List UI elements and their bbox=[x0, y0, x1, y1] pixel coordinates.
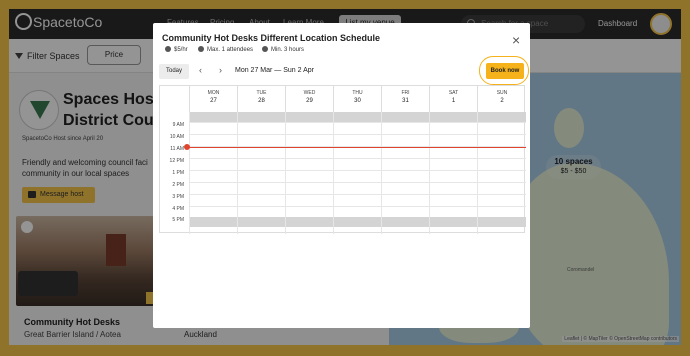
people-icon bbox=[198, 46, 204, 52]
day-header[interactable]: SUN 2 bbox=[477, 86, 526, 112]
hour-line bbox=[189, 194, 526, 195]
min-hours-value: Min. 3 hours bbox=[271, 47, 305, 53]
column-line bbox=[237, 112, 238, 234]
day-name: FRI bbox=[401, 90, 410, 96]
column-line bbox=[189, 112, 190, 234]
hour-label: 1 PM bbox=[172, 170, 184, 176]
column-line bbox=[381, 112, 382, 234]
day-date: 27 bbox=[210, 98, 217, 104]
modal-title: Community Hot Desks Different Location S… bbox=[162, 33, 381, 43]
clock-icon bbox=[262, 46, 268, 52]
hour-line bbox=[189, 158, 526, 159]
price-value: $5/hr bbox=[174, 47, 188, 53]
column-line bbox=[477, 112, 478, 234]
day-name: SAT bbox=[448, 90, 459, 96]
day-header[interactable]: MON 27 bbox=[189, 86, 237, 112]
day-name: THU bbox=[352, 90, 363, 96]
close-icon[interactable]: × bbox=[512, 33, 520, 47]
day-name: WED bbox=[303, 90, 316, 96]
schedule-grid: MON 27 TUE 28 WED 29 THU 30 FRI 31 SAT 1 SUN 2 … bbox=[159, 85, 526, 234]
column-line bbox=[429, 112, 430, 234]
day-name: MON bbox=[207, 90, 220, 96]
hour-line bbox=[189, 134, 526, 135]
hour-label: 10 AM bbox=[169, 134, 184, 140]
hour-label: 4 PM bbox=[172, 206, 184, 212]
hour-line bbox=[189, 170, 526, 171]
hour-line bbox=[189, 206, 526, 207]
attendees-value: Max. 1 attendees bbox=[207, 47, 254, 53]
day-name: TUE bbox=[256, 90, 267, 96]
column-line bbox=[285, 112, 286, 234]
hour-label: 2 PM bbox=[172, 182, 184, 188]
book-now-button[interactable]: Book now bbox=[486, 63, 524, 79]
hour-line bbox=[189, 122, 526, 123]
price-icon bbox=[165, 46, 171, 52]
min-hours-info: Min. 3 hours bbox=[262, 46, 304, 53]
unavailable-slot-top bbox=[189, 112, 526, 122]
current-time-line bbox=[187, 147, 526, 148]
day-header[interactable]: WED 29 bbox=[285, 86, 333, 112]
day-date: 29 bbox=[306, 98, 313, 104]
attendees-info: Max. 1 attendees bbox=[198, 46, 253, 53]
hour-label: 9 AM bbox=[172, 122, 184, 128]
hour-line bbox=[189, 182, 526, 183]
day-header[interactable]: THU 30 bbox=[333, 86, 381, 112]
price-info: $5/hr bbox=[165, 46, 188, 53]
hour-label: 12 PM bbox=[169, 158, 184, 164]
today-button[interactable]: Today bbox=[159, 64, 189, 79]
day-name: SUN bbox=[496, 90, 508, 96]
day-date: 28 bbox=[258, 98, 265, 104]
schedule-modal: Community Hot Desks Different Location S… bbox=[153, 23, 530, 328]
day-date: 30 bbox=[354, 98, 361, 104]
day-date: 1 bbox=[451, 98, 456, 104]
hour-label: 3 PM bbox=[172, 194, 184, 200]
chevron-left-icon[interactable]: ‹ bbox=[199, 65, 202, 75]
day-header[interactable]: TUE 28 bbox=[237, 86, 285, 112]
hour-label: 5 PM bbox=[172, 217, 184, 223]
column-line bbox=[333, 112, 334, 234]
day-header[interactable]: SAT 1 bbox=[429, 86, 477, 112]
day-date: 2 bbox=[500, 98, 504, 104]
date-range: Mon 27 Mar — Sun 2 Apr bbox=[235, 67, 314, 74]
day-header[interactable]: FRI 31 bbox=[381, 86, 429, 112]
chevron-right-icon[interactable]: › bbox=[219, 65, 222, 75]
unavailable-slot-bottom bbox=[189, 217, 526, 227]
hour-label: 11 AM bbox=[170, 146, 184, 152]
day-date: 31 bbox=[402, 98, 409, 104]
current-time-dot bbox=[184, 144, 190, 150]
